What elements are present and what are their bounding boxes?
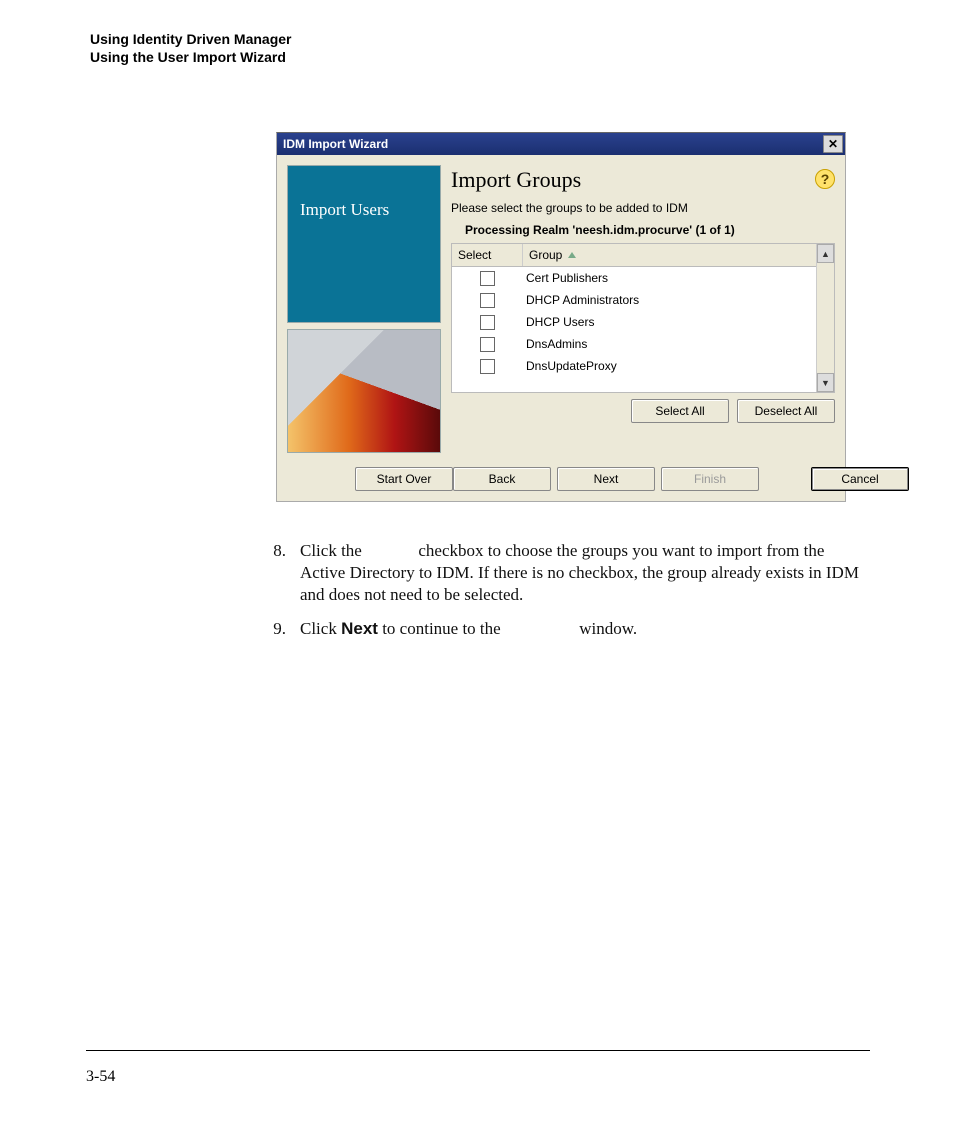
checkbox-icon[interactable] — [480, 271, 495, 286]
checkbox-icon[interactable] — [480, 293, 495, 308]
group-cell: DnsUpdateProxy — [522, 359, 834, 373]
panel-title: Import Groups — [451, 167, 835, 193]
header-line-1: Using Identity Driven Manager — [90, 30, 291, 48]
close-icon[interactable]: ✕ — [823, 135, 843, 153]
realm-status: Processing Realm 'neesh.idm.procurve' (1… — [465, 223, 835, 237]
side-tile-title: Import Users — [287, 165, 441, 323]
step9-part1: Click — [300, 619, 341, 638]
wizard-dialog: IDM Import Wizard ✕ Import Users ? Impor… — [276, 132, 846, 502]
header-line-2: Using the User Import Wizard — [90, 48, 291, 66]
table-row[interactable]: Cert Publishers — [452, 267, 834, 289]
finish-button: Finish — [661, 467, 759, 491]
sort-asc-icon — [568, 252, 576, 258]
dialog-title: IDM Import Wizard — [283, 137, 388, 151]
column-header-group[interactable]: Group — [523, 244, 834, 266]
start-over-button[interactable]: Start Over — [355, 467, 453, 491]
step8-part2: checkbox to choose the groups you want t… — [300, 541, 859, 604]
step9-part2: to continue to the — [378, 619, 505, 638]
instruction-list: 8. Click the checkbox to choose the group… — [90, 540, 860, 652]
step9-bold: Next — [341, 619, 378, 638]
table-row[interactable]: DnsUpdateProxy — [452, 355, 834, 377]
list-item: 9. Click Next to continue to the window. — [90, 618, 860, 640]
running-header: Using Identity Driven Manager Using the … — [90, 30, 291, 66]
checkbox-icon[interactable] — [480, 359, 495, 374]
checkbox-icon[interactable] — [480, 315, 495, 330]
column-header-select[interactable]: Select — [452, 244, 523, 266]
step8-part1: Click the — [300, 541, 366, 560]
deselect-all-button[interactable]: Deselect All — [737, 399, 835, 423]
table-row[interactable]: DHCP Administrators — [452, 289, 834, 311]
page-number: 3-54 — [86, 1068, 115, 1086]
group-cell: DHCP Administrators — [522, 293, 834, 307]
select-all-button[interactable]: Select All — [631, 399, 729, 423]
list-item: 8. Click the checkbox to choose the group… — [90, 540, 860, 606]
group-cell: Cert Publishers — [522, 271, 834, 285]
panel-hint: Please select the groups to be added to … — [451, 201, 835, 215]
scroll-up-icon[interactable]: ▲ — [817, 244, 834, 263]
next-button[interactable]: Next — [557, 467, 655, 491]
cancel-button[interactable]: Cancel — [811, 467, 909, 491]
checkbox-icon[interactable] — [480, 337, 495, 352]
table-row[interactable]: DHCP Users — [452, 311, 834, 333]
footer-rule — [86, 1050, 870, 1051]
column-header-group-label: Group — [529, 248, 562, 262]
dialog-titlebar: IDM Import Wizard ✕ — [277, 133, 845, 155]
step-number: 9. — [264, 618, 286, 640]
scroll-down-icon[interactable]: ▼ — [817, 373, 834, 392]
scrollbar[interactable]: ▲ ▼ — [816, 244, 834, 392]
decorative-image — [287, 329, 441, 453]
back-button[interactable]: Back — [453, 467, 551, 491]
help-icon[interactable]: ? — [815, 169, 835, 189]
groups-table: Select Group Cert Publishers DHCP Admini… — [451, 243, 835, 393]
group-cell: DHCP Users — [522, 315, 834, 329]
step9-part3: window. — [575, 619, 637, 638]
table-row[interactable]: DnsAdmins — [452, 333, 834, 355]
step-number: 8. — [264, 540, 286, 562]
group-cell: DnsAdmins — [522, 337, 834, 351]
wizard-side-panel: Import Users — [287, 165, 441, 453]
